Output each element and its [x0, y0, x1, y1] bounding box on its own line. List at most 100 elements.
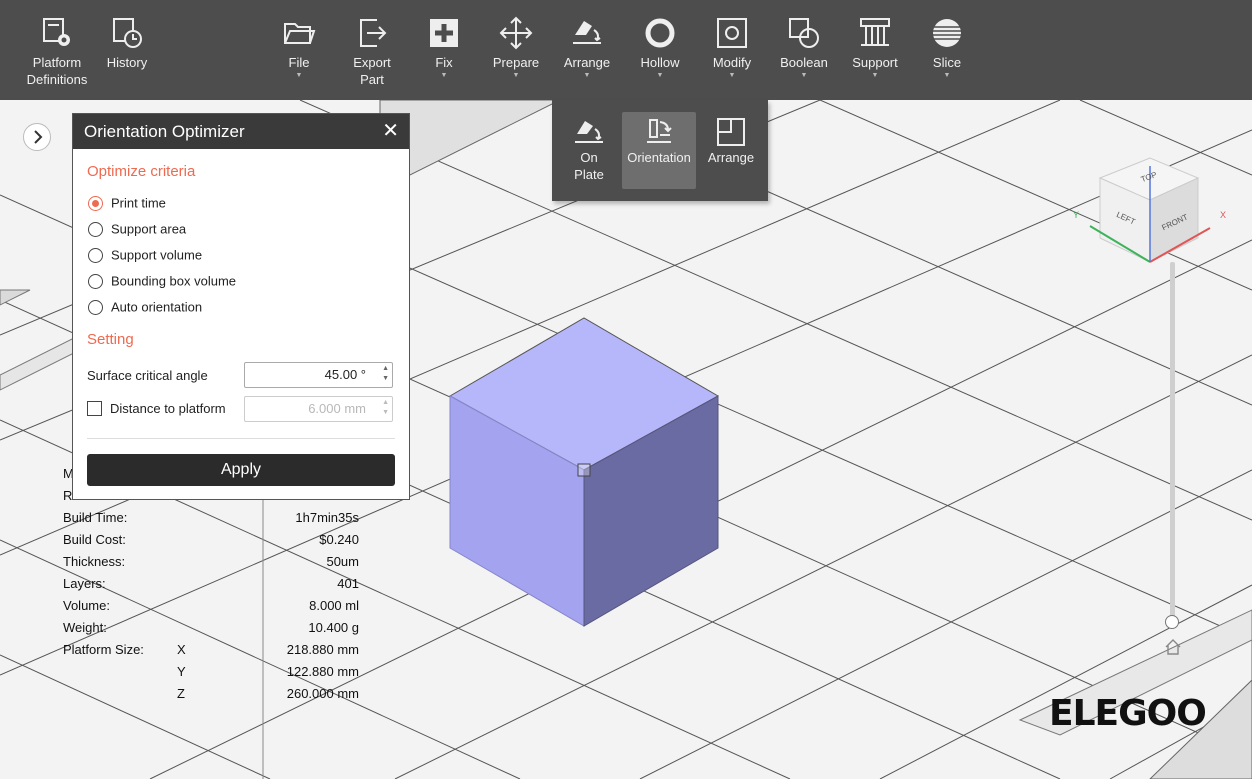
apply-button[interactable]: Apply: [87, 454, 395, 486]
platform-x-value: 218.880 mm: [286, 642, 359, 657]
slice-button[interactable]: Slice ▼: [911, 10, 983, 98]
criteria-support-volume-label: Support volume: [111, 247, 203, 263]
slice-dropdown-caret-icon: ▼: [943, 72, 951, 79]
setting-title: Setting: [87, 331, 134, 348]
arrange-label: Arrange: [563, 55, 611, 70]
radio-auto-orientation[interactable]: [88, 300, 103, 316]
optimize-criteria-title: Optimize criteria: [87, 163, 196, 180]
criteria-auto-orientation[interactable]: Auto orientation: [88, 297, 202, 317]
criteria-support-area[interactable]: Support area: [88, 219, 186, 239]
platform-size-label: Platform Size:: [63, 642, 144, 657]
export-part-button[interactable]: Export Part: [336, 10, 408, 98]
on-plate-label-1: On: [580, 150, 598, 165]
arrange-submenu: On Plate Orientation Arrange: [552, 100, 768, 201]
main-toolbar: Platform Definitions History File ▼ Expo…: [0, 0, 1252, 100]
on-plate-button[interactable]: On Plate: [552, 112, 626, 189]
platform-y-value: 122.880 mm: [286, 664, 359, 679]
thickness-value: 50um: [326, 554, 359, 569]
criteria-bounding-box-volume[interactable]: Bounding box volume: [88, 271, 236, 291]
layer-slider-track[interactable]: [1170, 262, 1175, 622]
modify-dropdown-caret-icon: ▼: [728, 72, 736, 79]
on-plate-icon: [575, 121, 603, 143]
build-cost-label: Build Cost:: [63, 532, 126, 547]
history-button[interactable]: History: [91, 10, 163, 98]
move-arrows-icon: [499, 16, 533, 50]
criteria-support-volume[interactable]: Support volume: [88, 245, 202, 265]
weight-value: 10.400 g: [308, 620, 359, 635]
slice-layers-icon: [932, 19, 962, 47]
modify-square-icon: [717, 18, 747, 48]
stat-partial-label-2: R: [63, 488, 73, 503]
home-view-icon[interactable]: [1164, 638, 1182, 656]
support-icon: [860, 18, 890, 46]
platform-definitions-button[interactable]: Platform Definitions: [21, 10, 93, 98]
build-time-value: 1h7min35s: [295, 510, 359, 525]
prepare-button[interactable]: Prepare ▼: [480, 10, 552, 98]
expand-panel-button[interactable]: [23, 123, 51, 151]
orientation-icon: [647, 119, 672, 143]
platform-definitions-label-2: Definitions: [26, 72, 88, 87]
hollow-dropdown-caret-icon: ▼: [656, 72, 664, 79]
build-time-label: Build Time:: [63, 510, 128, 525]
modify-label: Modify: [712, 55, 752, 70]
on-plate-label-2: Plate: [574, 167, 604, 182]
orientation-button[interactable]: Orientation: [622, 112, 696, 189]
support-dropdown-caret-icon: ▼: [871, 72, 879, 79]
close-icon[interactable]: ✕: [382, 114, 399, 149]
hollow-label: Hollow: [640, 55, 680, 70]
file-label: File: [288, 55, 310, 70]
orientation-optimizer-panel: Orientation Optimizer ✕ Optimize criteri…: [72, 113, 410, 500]
fix-dropdown-caret-icon: ▼: [440, 72, 448, 79]
support-button[interactable]: Support ▼: [839, 10, 911, 98]
fix-button[interactable]: Fix ▼: [408, 10, 480, 98]
file-button[interactable]: File ▼: [263, 10, 335, 98]
orientation-label: Orientation: [627, 150, 691, 165]
arrange-button[interactable]: Arrange ▼: [551, 10, 623, 98]
distance-to-platform-row: Distance to platform: [87, 400, 226, 417]
distance-to-platform-checkbox[interactable]: [87, 401, 102, 417]
surface-critical-angle-value: 45.00 °: [324, 367, 366, 382]
criteria-support-area-label: Support area: [111, 221, 187, 237]
panel-divider: [87, 438, 395, 439]
optimizer-title: Orientation Optimizer: [84, 122, 245, 141]
arrange-submenu-label: Arrange: [707, 150, 755, 165]
volume-value: 8.000 ml: [309, 598, 359, 613]
distance-to-platform-label: Distance to platform: [110, 401, 226, 417]
prepare-label: Prepare: [492, 55, 540, 70]
folder-icon: [284, 23, 316, 44]
build-cost-value: $0.240: [319, 532, 359, 547]
criteria-print-time[interactable]: Print time: [88, 193, 166, 213]
layers-value: 401: [337, 576, 359, 591]
prepare-dropdown-caret-icon: ▼: [512, 72, 520, 79]
export-part-label-1: Export: [353, 55, 391, 70]
hollow-button[interactable]: Hollow ▼: [624, 10, 696, 98]
thickness-label: Thickness:: [63, 554, 126, 569]
radio-bounding-box-volume[interactable]: [88, 274, 103, 290]
axis-x-label: X: [1220, 210, 1226, 220]
optimizer-header: Orientation Optimizer ✕: [73, 114, 409, 149]
volume-label: Volume:: [63, 598, 110, 613]
radio-print-time[interactable]: [88, 196, 103, 212]
arrange-dropdown-caret-icon: ▼: [583, 72, 591, 79]
criteria-auto-orientation-label: Auto orientation: [111, 299, 203, 315]
boolean-dropdown-caret-icon: ▼: [800, 72, 808, 79]
radio-support-volume[interactable]: [88, 248, 103, 264]
history-label: History: [106, 55, 148, 70]
platform-z-value: 260.000 mm: [286, 686, 359, 701]
spin-arrows-disabled-icon[interactable]: ▲ ▼: [382, 398, 389, 418]
distance-to-platform-input[interactable]: 6.000 mm ▲ ▼: [244, 396, 393, 422]
radio-support-area[interactable]: [88, 222, 103, 238]
layers-label: Layers:: [63, 576, 106, 591]
modify-button[interactable]: Modify ▼: [696, 10, 768, 98]
weight-label: Weight:: [63, 620, 107, 635]
arrange-submenu-button[interactable]: Arrange: [694, 112, 768, 189]
chevron-right-icon: [34, 130, 43, 144]
arrange-icon: [573, 21, 601, 44]
layer-slider-handle[interactable]: [1165, 615, 1179, 629]
spin-arrows-icon[interactable]: ▲ ▼: [382, 364, 389, 384]
surface-critical-angle-input[interactable]: 45.00 ° ▲ ▼: [244, 362, 393, 388]
history-clock-icon: [113, 18, 142, 48]
platform-x-label: X: [177, 642, 186, 657]
boolean-label: Boolean: [780, 55, 828, 70]
boolean-button[interactable]: Boolean ▼: [768, 10, 840, 98]
